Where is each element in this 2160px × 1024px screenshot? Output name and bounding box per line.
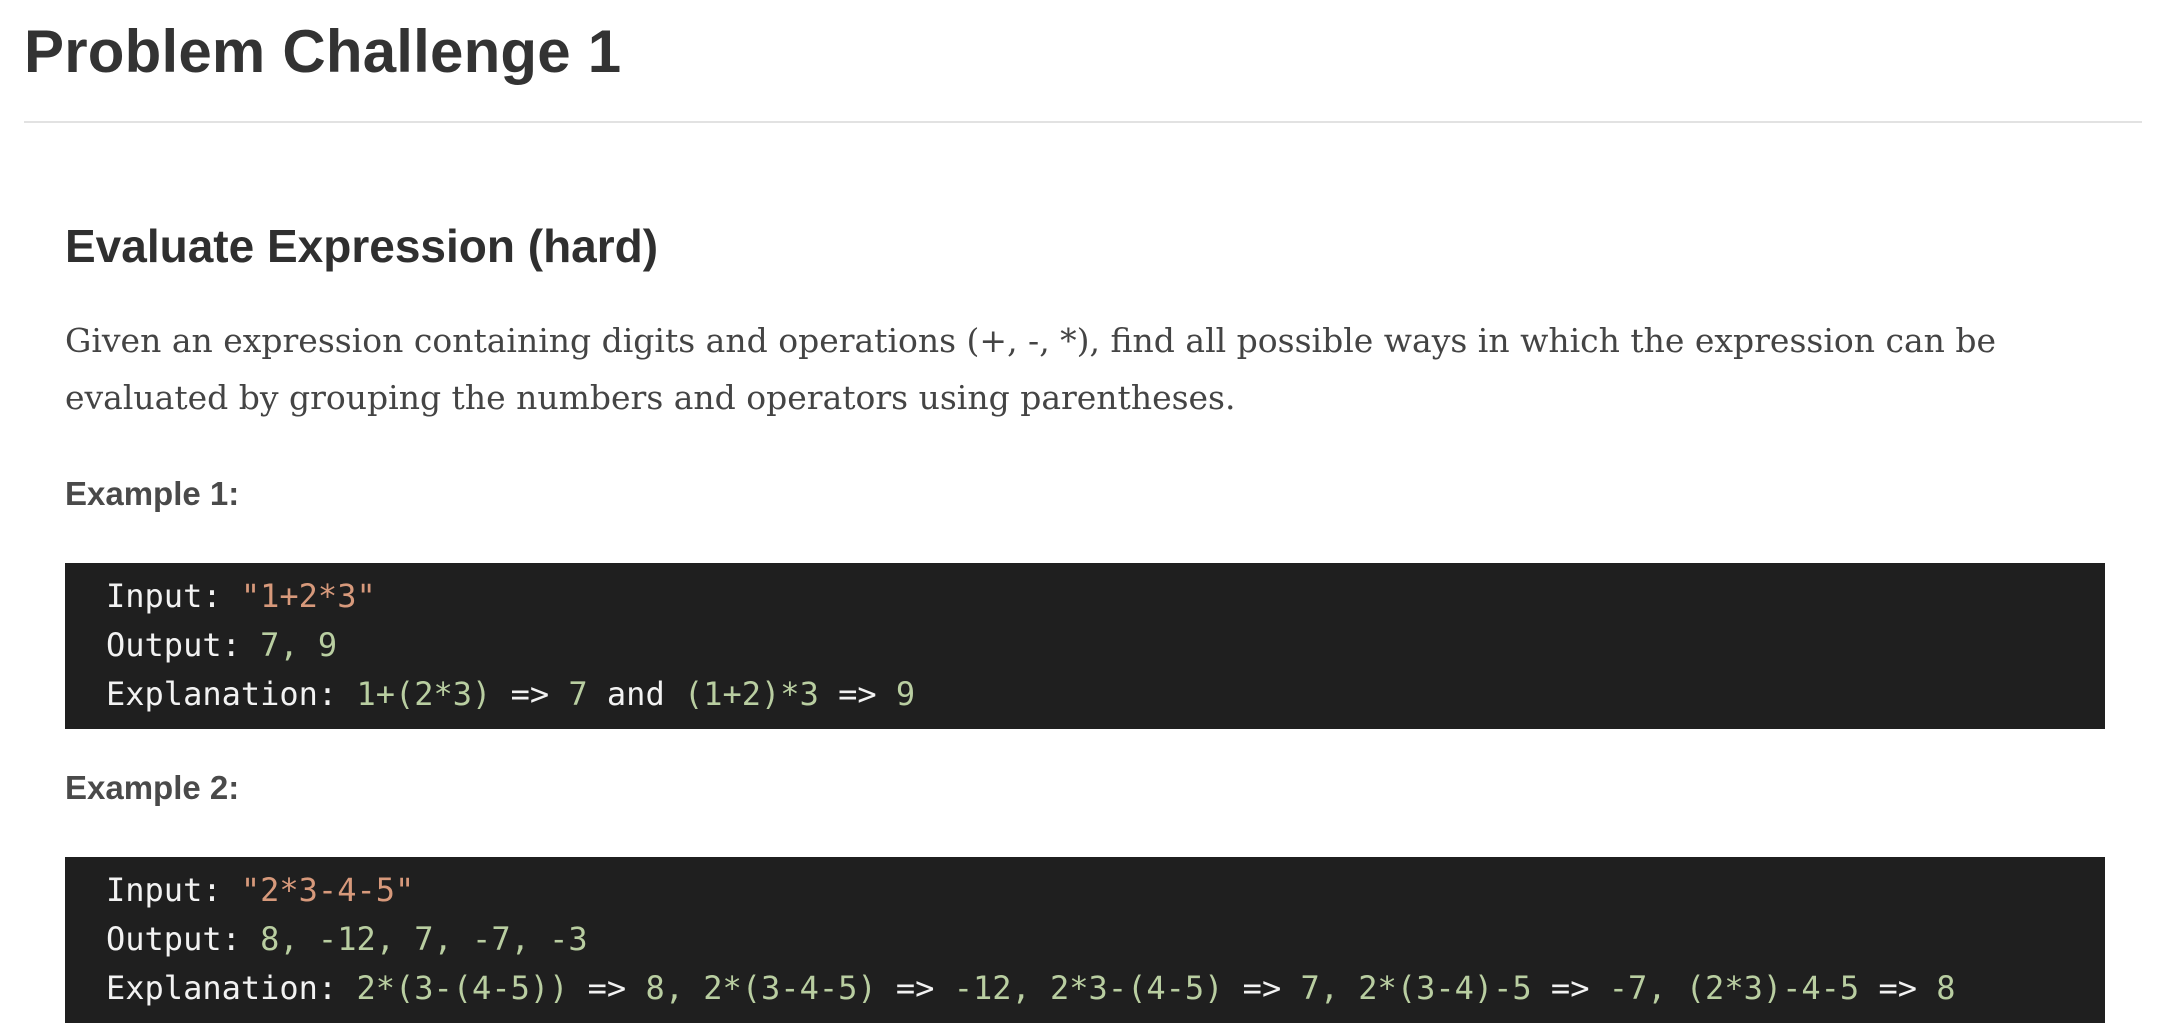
code-token: 7, 9 (260, 626, 338, 664)
code-token: Input: (106, 871, 241, 909)
code-token: => (1223, 969, 1301, 1007)
example-1-code-block: Input: "1+2*3" Output: 7, 9 Explanation: 1… (65, 563, 2105, 729)
code-token: "1+2*3" (240, 577, 376, 615)
code-token: 8 (1936, 969, 1956, 1007)
code-token: and (587, 675, 684, 713)
code-token: Input: (106, 577, 241, 615)
page-title: Problem Challenge 1 (24, 18, 622, 85)
example-2-label: Example 2: (65, 769, 240, 806)
problem-heading: Evaluate Expression (hard) (65, 220, 659, 272)
example-2-code-line: Output: 8, -12, 7, -7, -3 (106, 915, 2105, 964)
code-token: => (491, 675, 569, 713)
example-1-label: Example 1: (65, 475, 240, 512)
problem-content: Evaluate Expression (hard) Given an expr… (65, 200, 2105, 1023)
example-2-code-block: Input: "2*3-4-5" Output: 8, -12, 7, -7, -… (65, 857, 2105, 1023)
example-2-code-line: Explanation: 2*(3-(4-5)) => 8, 2*(3-4-5)… (106, 964, 2105, 1013)
code-token: 8, -12, 7, -7, -3 (260, 920, 588, 958)
code-token: 2*(3-(4-5)) (356, 969, 569, 1007)
code-token: 1+(2*3) (356, 675, 492, 713)
page: Problem Challenge 1 Evaluate Expression … (0, 0, 2160, 1024)
example-1-code-line: Output: 7, 9 (106, 621, 2105, 670)
example-2-code-line: Input: "2*3-4-5" (106, 866, 2105, 915)
example-1-code-line: Input: "1+2*3" (106, 572, 2105, 621)
code-token: (1+2)*3 (683, 675, 819, 713)
code-token: 7, 2*(3-4)-5 (1300, 969, 1532, 1007)
code-token: -12, 2*3-(4-5) (953, 969, 1224, 1007)
code-token: 7 (568, 675, 588, 713)
code-token: Explanation: (106, 675, 357, 713)
title-divider (24, 121, 2142, 123)
code-token: Output: (106, 626, 261, 664)
code-token: => (876, 969, 954, 1007)
problem-description: Given an expression containing digits an… (65, 321, 1997, 417)
code-token: => (568, 969, 646, 1007)
code-token: => (1531, 969, 1609, 1007)
code-token: "2*3-4-5" (240, 871, 415, 909)
code-token: => (1859, 969, 1937, 1007)
code-token: => (818, 675, 896, 713)
example-1-code-line: Explanation: 1+(2*3) => 7 and (1+2)*3 =>… (106, 670, 2105, 719)
code-token: -7, (2*3)-4-5 (1608, 969, 1860, 1007)
code-token: 8, 2*(3-4-5) (645, 969, 877, 1007)
code-token: Explanation: (106, 969, 357, 1007)
code-token: Output: (106, 920, 261, 958)
code-token: 9 (895, 675, 916, 713)
